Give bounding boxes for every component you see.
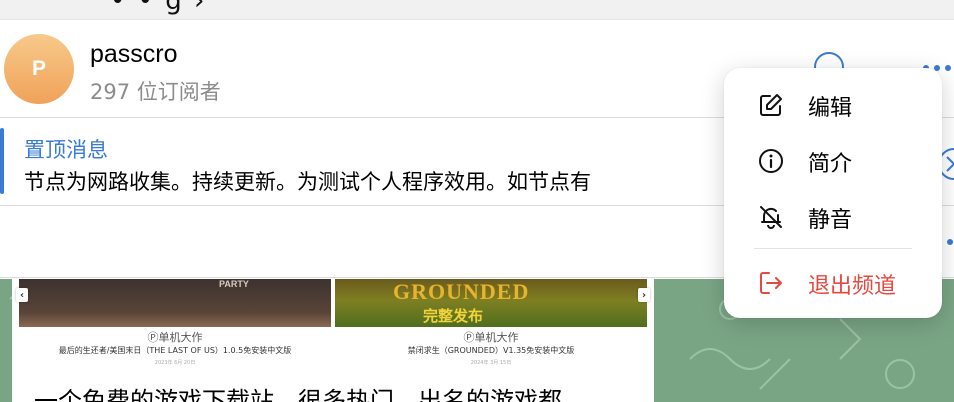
- pinned-text: 节点为网路收集。持续更新。为测试个人程序效用。如节点有: [24, 170, 591, 194]
- preview-image: PARTY: [19, 279, 331, 327]
- image-title: GROUNDED: [393, 279, 530, 304]
- edit-icon: [760, 94, 782, 116]
- pinned-title: 置顶消息: [24, 138, 108, 162]
- pinned-indicator-bar: [0, 128, 4, 194]
- cut-off-text: • • g ›: [110, 0, 207, 16]
- info-icon: [759, 149, 783, 173]
- menu-item-leave-channel[interactable]: 退出频道: [724, 258, 942, 306]
- menu-item-label: 编辑: [808, 96, 853, 121]
- menu-item-mute[interactable]: 静音: [724, 192, 942, 240]
- card-game-title: 最后的生还者/美国末日（THE LAST OF US）1.0.5免安装中文版: [58, 346, 292, 355]
- carousel-prev-button[interactable]: ‹: [16, 288, 28, 302]
- card-game-title: 禁闭求生（GROUNDED）V1.35免安装中文版: [407, 346, 575, 355]
- menu-item-info[interactable]: 简介: [724, 136, 942, 184]
- message-text: 一个免费的游戏下载站，很多热门、出名的游戏都: [34, 387, 562, 402]
- subscriber-count: 297 位订阅者: [90, 80, 221, 104]
- channel-name: passcro: [90, 40, 178, 68]
- bell-off-icon: [760, 206, 782, 229]
- link-preview-card[interactable]: PARTY Ⓟ单机大作 最后的生还者/美国末日（THE LAST OF US）1…: [19, 279, 331, 369]
- menu-separator: [754, 248, 912, 249]
- menu-item-label: 静音: [808, 208, 853, 233]
- menu-item-label: 简介: [808, 152, 853, 177]
- card-date: 2024年 3月 15日: [470, 360, 512, 366]
- card-brand: Ⓟ单机大作: [463, 331, 519, 344]
- menu-item-label: 退出频道: [808, 274, 897, 299]
- top-strip: • • g ›: [0, 0, 954, 20]
- card-brand: Ⓟ单机大作: [147, 331, 203, 344]
- link-preview-card[interactable]: GROUNDED 完整发布 Ⓟ单机大作 禁闭求生（GROUNDED）V1.35免…: [335, 279, 647, 369]
- image-label: PARTY: [219, 279, 249, 289]
- context-menu: 编辑 简介 静音 退出频道: [724, 68, 942, 318]
- card-date: 2023年 6月 20日: [154, 360, 196, 366]
- avatar[interactable]: P: [4, 34, 74, 104]
- carousel-next-button[interactable]: ›: [638, 288, 650, 302]
- message-bubble[interactable]: PARTY Ⓟ单机大作 最后的生还者/美国末日（THE LAST OF US）1…: [12, 279, 654, 402]
- preview-image: GROUNDED 完整发布: [335, 279, 647, 327]
- image-subtitle: 完整发布: [423, 307, 484, 325]
- side-dot-icon: [947, 239, 953, 245]
- menu-item-edit[interactable]: 编辑: [724, 80, 942, 128]
- leave-icon: [760, 272, 782, 294]
